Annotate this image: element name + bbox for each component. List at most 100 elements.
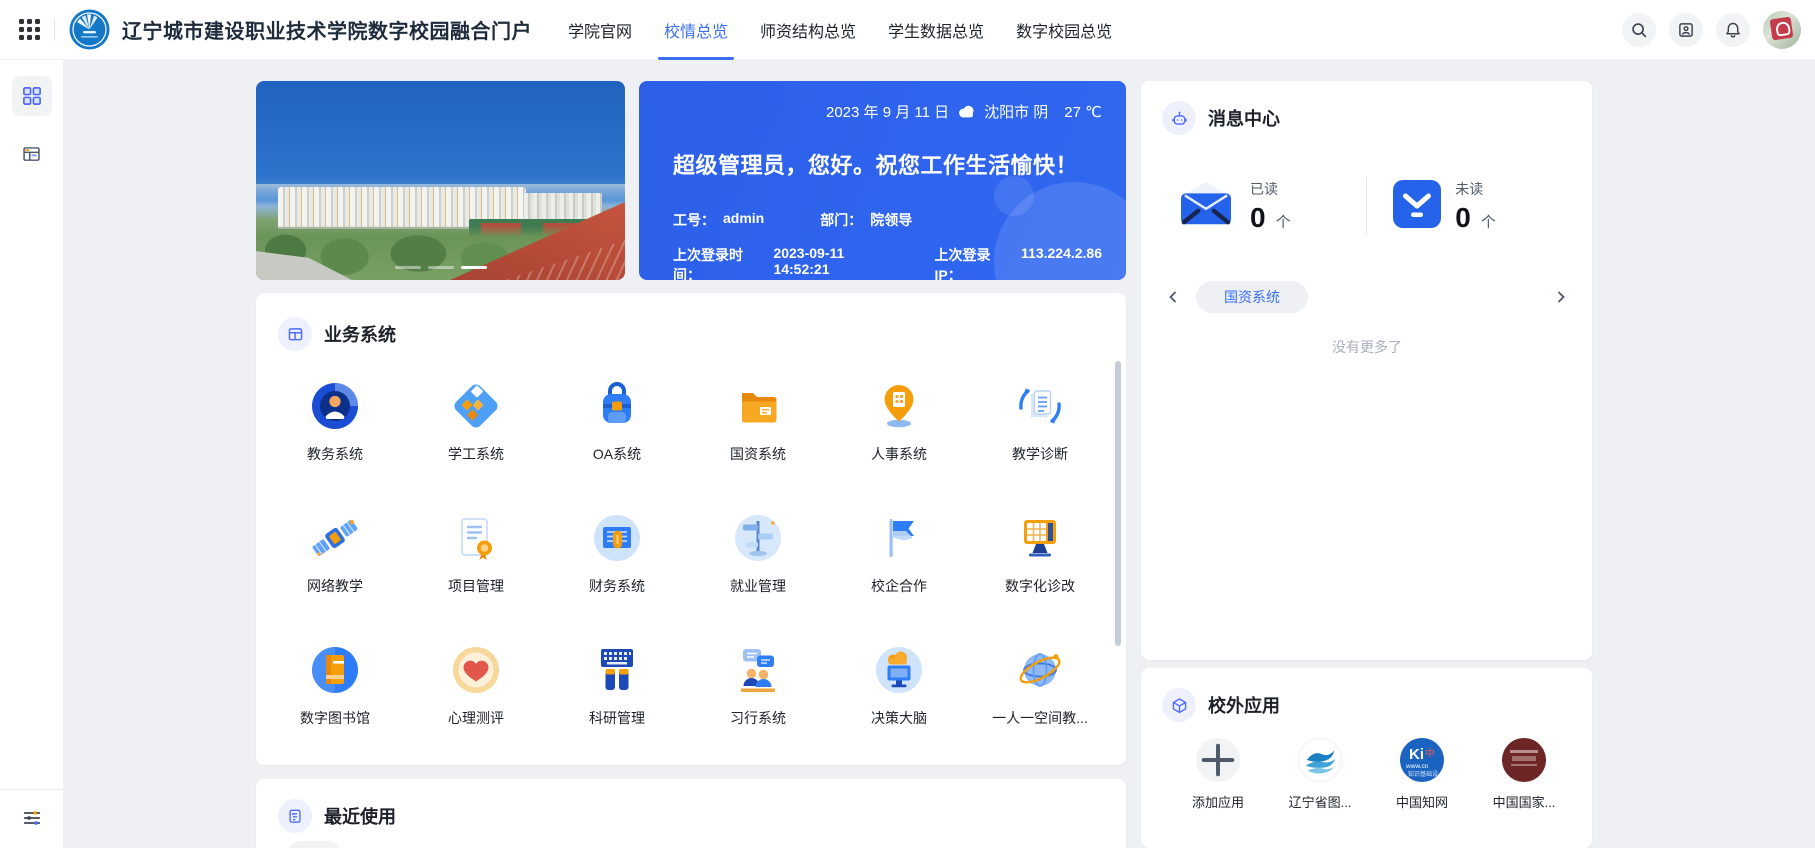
page-layout: 2023 年 9 月 11 日 沈阳市 阴 27 ℃ 超级管理员，您好。祝您工作… bbox=[0, 60, 1815, 848]
digital-reform-icon bbox=[1012, 510, 1068, 566]
tab-faculty-structure[interactable]: 师资结构总览 bbox=[760, 0, 856, 60]
last-login-time-value: 2023-09-11 14:52:21 bbox=[773, 245, 845, 277]
app-item[interactable]: 校企合作 bbox=[844, 510, 954, 596]
app-label: 网络教学 bbox=[307, 578, 363, 594]
app-item[interactable]: 人事系统 bbox=[844, 378, 954, 464]
content-area: 2023 年 9 月 11 日 沈阳市 阴 27 ℃ 超级管理员，您好。祝您工作… bbox=[64, 60, 1815, 848]
svg-text:中: 中 bbox=[1425, 747, 1435, 760]
ext-app-item[interactable]: 中国国家... bbox=[1474, 738, 1574, 811]
carousel-dot[interactable] bbox=[427, 266, 454, 269]
app-item[interactable]: 心理测评 bbox=[421, 642, 531, 728]
rail-dashboard-grid-icon[interactable] bbox=[11, 76, 52, 116]
app-item[interactable]: 财务系统 bbox=[562, 510, 672, 596]
ext-app-label: 中国知网 bbox=[1395, 795, 1448, 810]
app-item[interactable]: 科研管理 bbox=[562, 642, 672, 728]
research-management-icon bbox=[589, 642, 645, 698]
unread-unit: 个 bbox=[1480, 213, 1496, 231]
app-item[interactable]: 网络教学 bbox=[280, 510, 390, 596]
read-label: 已读 bbox=[1250, 180, 1278, 197]
app-item[interactable]: 决策大脑 bbox=[844, 642, 954, 728]
teaching-diagnosis-icon bbox=[1012, 378, 1068, 434]
banner-login-line: 上次登录时间： 2023-09-11 14:52:21 上次登录IP： 113.… bbox=[673, 245, 1102, 280]
app-item[interactable]: 数字图书馆 bbox=[280, 642, 390, 728]
business-card-scrollbar[interactable] bbox=[1115, 361, 1121, 646]
recent-item-partial[interactable] bbox=[286, 841, 342, 848]
app-item[interactable]: 一人一空间教... bbox=[985, 642, 1095, 728]
student-affairs-system-icon bbox=[448, 378, 504, 434]
tab-school-overview[interactable]: 校情总览 bbox=[658, 0, 735, 60]
external-apps-cube-icon bbox=[1162, 688, 1196, 722]
recent-used-card: 最近使用 bbox=[256, 779, 1126, 848]
job-no-label: 工号： bbox=[673, 212, 715, 228]
school-enterprise-icon bbox=[871, 510, 927, 566]
tab-college-website[interactable]: 学院官网 bbox=[568, 0, 632, 60]
read-count: 0 bbox=[1250, 201, 1266, 233]
app-label: 国资系统 bbox=[730, 446, 786, 462]
rail-settings-sliders-icon[interactable] bbox=[12, 798, 52, 838]
app-item[interactable]: 教学诊断 bbox=[985, 378, 1095, 464]
bell-icon[interactable] bbox=[1716, 12, 1750, 47]
ext-app-item[interactable]: 辽宁省图... bbox=[1270, 738, 1370, 811]
message-stats: 已读 0 个 未读 0 个 bbox=[1162, 177, 1572, 235]
waffle-menu-icon[interactable] bbox=[16, 17, 42, 43]
system-pill[interactable]: 国资系统 bbox=[1196, 281, 1308, 313]
job-no-value: admin bbox=[723, 210, 765, 226]
finance-system-icon bbox=[589, 510, 645, 566]
school-logo bbox=[69, 9, 110, 50]
unread-count: 0 bbox=[1455, 201, 1471, 233]
app-item[interactable]: 国资系统 bbox=[703, 378, 813, 464]
svg-text:www.cn: www.cn bbox=[1405, 763, 1429, 770]
app-item[interactable]: 就业管理 bbox=[703, 510, 813, 596]
app-label: 教学诊断 bbox=[1012, 446, 1068, 462]
main-column: 2023 年 9 月 11 日 沈阳市 阴 27 ℃ 超级管理员，您好。祝您工作… bbox=[256, 81, 1126, 848]
unread-label: 未读 bbox=[1455, 180, 1484, 197]
cloud-icon bbox=[957, 105, 976, 118]
online-teaching-icon bbox=[307, 510, 363, 566]
app-label: 人事系统 bbox=[871, 446, 927, 462]
tab-student-data[interactable]: 学生数据总览 bbox=[888, 0, 984, 60]
search-icon[interactable] bbox=[1622, 12, 1656, 47]
message-center-card: 消息中心 已读 0 个 未读 0 个 国资系统 没有更多了 bbox=[1141, 81, 1592, 660]
business-app-grid: 教务系统 学工系统 OA系统 国资系统 人事系统 教学诊断 网络教学 项目管理 … bbox=[280, 378, 1102, 728]
add-app-item[interactable]: 添加应用 bbox=[1168, 738, 1268, 811]
welcome-banner: 2023 年 9 月 11 日 沈阳市 阴 27 ℃ 超级管理员，您好。祝您工作… bbox=[639, 81, 1126, 280]
app-item[interactable]: OA系统 bbox=[562, 378, 672, 464]
message-system-carousel: 国资系统 bbox=[1162, 281, 1572, 313]
read-messages-stat[interactable]: 已读 0 个 bbox=[1162, 179, 1366, 234]
chevron-left-icon[interactable] bbox=[1162, 286, 1184, 308]
business-systems-title: 业务系统 bbox=[324, 325, 396, 345]
carousel-dot-active[interactable] bbox=[460, 266, 487, 269]
tab-digital-campus[interactable]: 数字校园总览 bbox=[1016, 0, 1112, 60]
chevron-right-icon[interactable] bbox=[1550, 286, 1572, 308]
unread-envelope-icon bbox=[1393, 179, 1442, 233]
app-label: 心理测评 bbox=[448, 710, 504, 726]
app-item[interactable]: 数字化诊改 bbox=[985, 510, 1095, 596]
app-item[interactable]: 项目管理 bbox=[421, 510, 531, 596]
campus-photo-carousel[interactable] bbox=[256, 81, 625, 280]
app-item[interactable]: 教务系统 bbox=[280, 378, 390, 464]
app-label: 学工系统 bbox=[448, 446, 504, 462]
avatar[interactable] bbox=[1763, 10, 1801, 49]
no-more-text: 没有更多了 bbox=[1332, 339, 1402, 355]
external-apps-header: 校外应用 bbox=[1162, 688, 1572, 722]
app-label: OA系统 bbox=[592, 446, 642, 462]
personal-space-icon bbox=[1012, 642, 1068, 698]
app-label: 一人一空间教... bbox=[992, 710, 1088, 726]
app-item[interactable]: 习行系统 bbox=[703, 642, 813, 728]
left-rail bbox=[0, 60, 64, 848]
banner-city-weather: 沈阳市 阴 bbox=[984, 104, 1049, 121]
top-nav: 学院官网 校情总览 师资结构总览 学生数据总览 数字校园总览 bbox=[568, 0, 1112, 60]
id-badge-icon[interactable] bbox=[1669, 12, 1703, 47]
liaoning-library-logo bbox=[1298, 738, 1342, 782]
banner-identity-line: 工号： admin 部门： 院领导 bbox=[673, 210, 1102, 230]
academic-affairs-system-icon bbox=[307, 378, 363, 434]
unread-messages-stat[interactable]: 未读 0 个 bbox=[1367, 179, 1572, 234]
weather-line: 2023 年 9 月 11 日 沈阳市 阴 27 ℃ bbox=[673, 101, 1102, 122]
rail-table-icon[interactable] bbox=[12, 134, 52, 174]
svg-text:Ki: Ki bbox=[1409, 746, 1424, 763]
app-item[interactable]: 学工系统 bbox=[421, 378, 531, 464]
carousel-dot[interactable] bbox=[394, 266, 421, 269]
recent-used-header: 最近使用 bbox=[278, 799, 1102, 833]
hr-system-icon bbox=[871, 378, 927, 434]
ext-app-item[interactable]: Ki 中 www.cn 知识基础设 中国知网 bbox=[1372, 738, 1472, 811]
